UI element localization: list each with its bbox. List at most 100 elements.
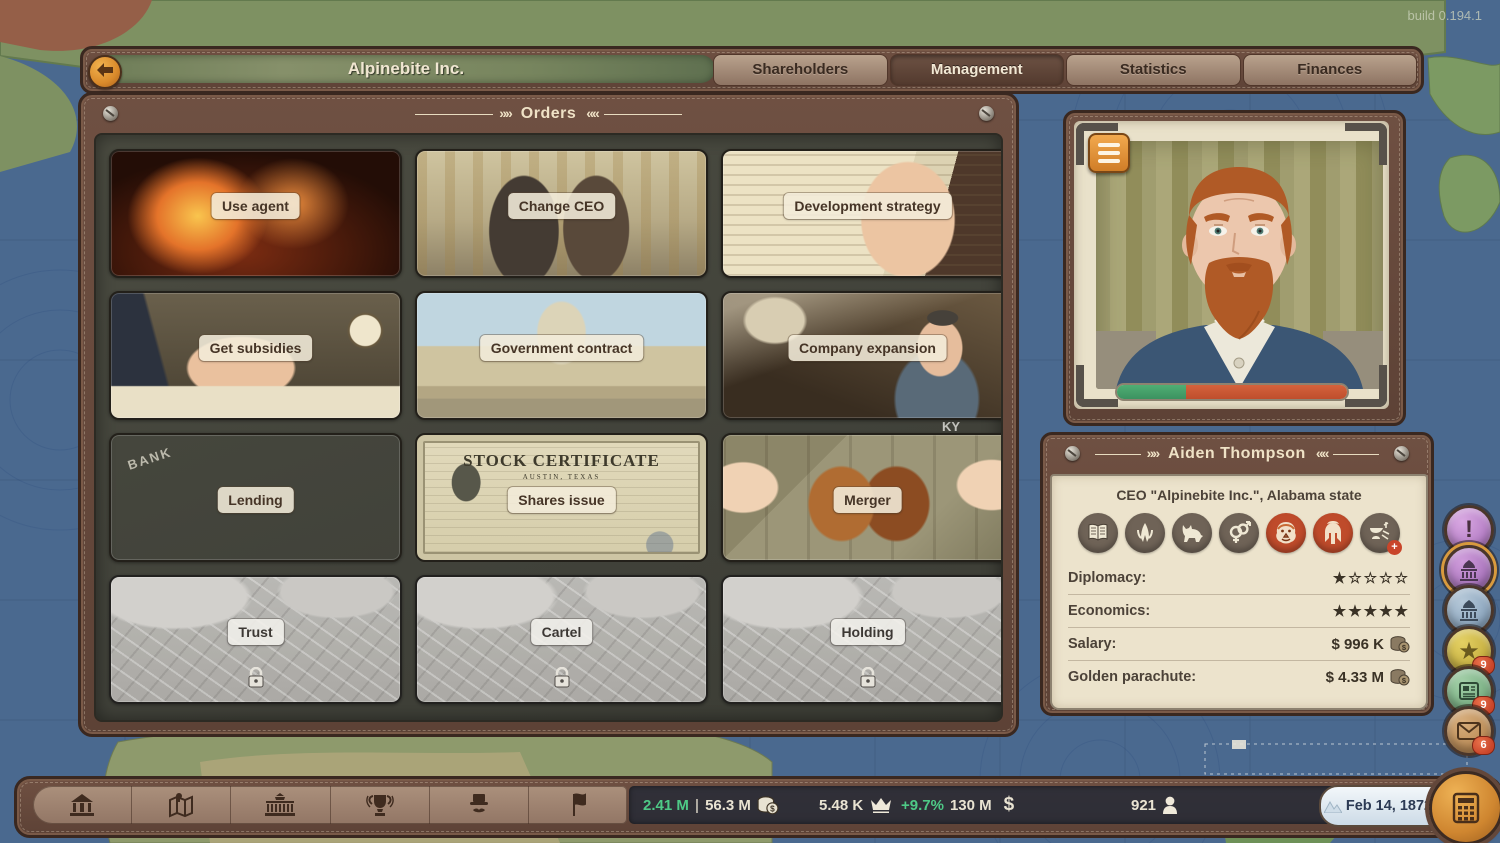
government-icon [263,792,297,818]
title-bar: Alpinebite Inc. Shareholders Management … [80,46,1424,94]
profile-header: »» Aiden Thompson «« [1043,435,1431,473]
dollar-icon: $ [1004,794,1015,816]
tab-bar: Shareholders Management Statistics Finan… [713,54,1417,86]
ornament: »» [1147,445,1159,461]
resource-strip: 2.41 M | 56.3 M $ 5.48 K +9.7% 130 M $ 9… [629,786,1343,824]
crown-icon [869,796,893,814]
portrait-mat [1074,121,1389,409]
map-button[interactable] [132,786,231,824]
order-card-shares-issue[interactable]: STOCK CERTIFICATE AUSTIN, TEXAS Shares i… [415,433,708,562]
order-card-use-agent[interactable]: Use agent [109,149,402,278]
capitol-icon [1457,559,1481,581]
orders-header: »» Orders «« [81,95,1016,133]
screw-icon [103,106,118,121]
order-card-lending[interactable]: BANKLending [109,433,402,562]
calculator-button[interactable] [1429,771,1500,843]
company-title: Alpinebite Inc. [97,55,715,83]
personal-cash-display: 5.48 K [819,786,893,824]
profile-body: CEO "Alpinebite Inc.", Alabama state + D… [1050,474,1428,710]
notification-badge: 6 [1472,736,1495,755]
screw-icon [1065,446,1080,461]
order-card-government-contract[interactable]: Government contract [415,291,708,420]
lock-icon [553,667,571,689]
agent-button[interactable] [430,786,529,824]
hamburger-menu-icon[interactable] [1088,133,1130,173]
coins-icon: $ [1390,668,1410,686]
stat-label: Golden parachute: [1068,669,1196,685]
gender-icon[interactable] [1219,513,1259,553]
prestige-hats [1189,786,1243,824]
tab-shareholders[interactable]: Shareholders [713,54,888,86]
donkey-icon[interactable] [1172,513,1212,553]
mountain-icon [1324,799,1342,813]
book-icon[interactable] [1078,513,1118,553]
mail-button[interactable]: 6 [1444,706,1494,756]
lion-icon[interactable] [1266,513,1306,553]
orders-body: H KY Use agent Change CEO Development st… [94,133,1003,722]
card-label: Get subsidies [199,335,313,361]
screw-icon [979,106,994,121]
order-card-change-ceo[interactable]: Change CEO [415,149,708,278]
order-card-company-expansion[interactable]: Company expansion [721,291,1003,420]
flag-button[interactable] [529,786,627,824]
loyalty-progress-bar [1115,383,1349,401]
ceo-profile-panel: »» Aiden Thompson «« CEO "Alpinebite Inc… [1040,432,1434,716]
estate-button[interactable] [33,786,132,824]
flag-icon [568,792,588,818]
card-label: Lending [217,487,293,513]
svg-text:$: $ [770,805,775,814]
frame-corner [1345,365,1387,407]
screw-icon [1394,446,1409,461]
stat-label: Diplomacy: [1068,570,1146,586]
money-bag-icon: $ [757,795,779,815]
economics-stars: ★★★★★ [1333,602,1410,620]
card-label: Trust [227,619,283,645]
game-screen: { "build": "build 0.194.1", "window": { … [0,0,1500,843]
stat-row-golden-parachute: Golden parachute: $ 4.33 M$ [1068,660,1410,693]
back-button[interactable] [88,55,122,89]
back-arrow-icon [96,62,114,78]
tab-statistics[interactable]: Statistics [1066,54,1241,86]
build-version: build 0.194.1 [1408,8,1482,23]
diplomacy-stars: ★☆☆☆☆ [1333,569,1410,587]
divider: | [695,797,699,814]
tab-management[interactable]: Management [890,54,1065,86]
government-button[interactable] [231,786,330,824]
population-display: 921 [1131,786,1178,824]
stat-label: Salary: [1068,636,1116,652]
map-icon [166,792,196,818]
capitol-icon [1457,599,1481,621]
population-value: 921 [1131,797,1156,814]
lock-icon [247,667,265,689]
order-card-holding[interactable]: Holding [721,575,1003,704]
ceo-subtitle: CEO "Alpinebite Inc.", Alabama state [1052,487,1426,503]
orders-title: Orders [521,105,576,123]
frame-corner [1345,123,1387,165]
title-strip: Alpinebite Inc. [97,55,715,83]
salary-value: $ 996 K [1331,636,1384,653]
order-card-get-subsidies[interactable]: Get subsidies [109,291,402,420]
order-card-development-strategy[interactable]: Development strategy [721,149,1003,278]
ceo-name: Aiden Thompson [1168,445,1306,463]
card-label: Company expansion [788,335,947,361]
ornament: «« [1316,445,1328,461]
anvil-icon[interactable]: + [1360,513,1400,553]
card-label: Merger [833,487,902,513]
certificate-title: STOCK CERTIFICATE [417,451,706,471]
order-card-cartel[interactable]: Cartel [415,575,708,704]
helmet-icon[interactable] [1313,513,1353,553]
agent-icon [466,792,492,818]
card-label: Development strategy [783,193,951,219]
prayer-icon[interactable] [1125,513,1165,553]
trait-icons-row: + [1052,513,1426,553]
bottom-bar: 2.41 M | 56.3 M $ 5.48 K +9.7% 130 M $ 9… [14,776,1500,838]
card-label: Government contract [480,335,644,361]
tab-finances[interactable]: Finances [1243,54,1418,86]
trophy-button[interactable] [331,786,430,824]
order-card-merger[interactable]: Merger [721,433,1003,562]
card-label: Change CEO [508,193,616,219]
order-card-trust[interactable]: Trust [109,575,402,704]
calculator-icon [1451,792,1481,824]
alert-icon: ! [1465,516,1473,544]
company-cash-display: 2.41 M | 56.3 M $ [643,786,779,824]
